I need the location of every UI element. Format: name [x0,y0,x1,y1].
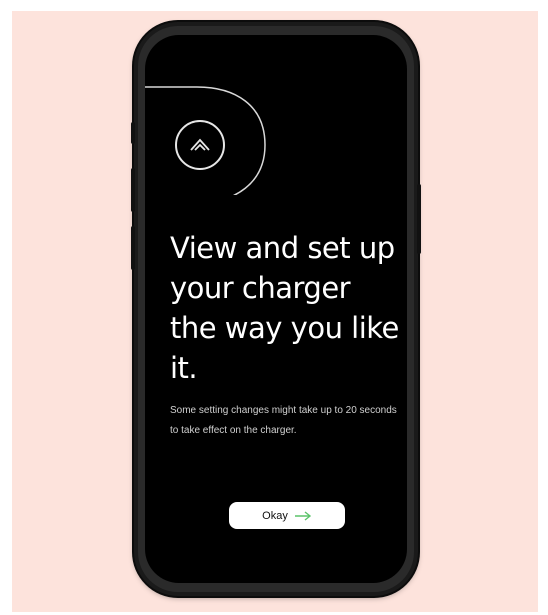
phone-side-button-volume-up [131,168,135,212]
onboarding-headline: View and set up your charger the way you… [170,231,399,385]
onboarding-description: Some setting changes might take up to 20… [170,405,397,436]
phone-side-button-mute [131,122,135,144]
phone-side-button-volume-down [131,226,135,270]
charger-brand-logo-icon [175,120,225,170]
okay-button[interactable]: Okay [229,502,345,529]
decorative-outline-shape [145,86,266,195]
okay-button-label: Okay [262,509,288,522]
arrow-right-icon [294,510,311,521]
phone-side-button-power [417,184,421,254]
app-screen: View and set up your charger the way you… [145,35,407,583]
